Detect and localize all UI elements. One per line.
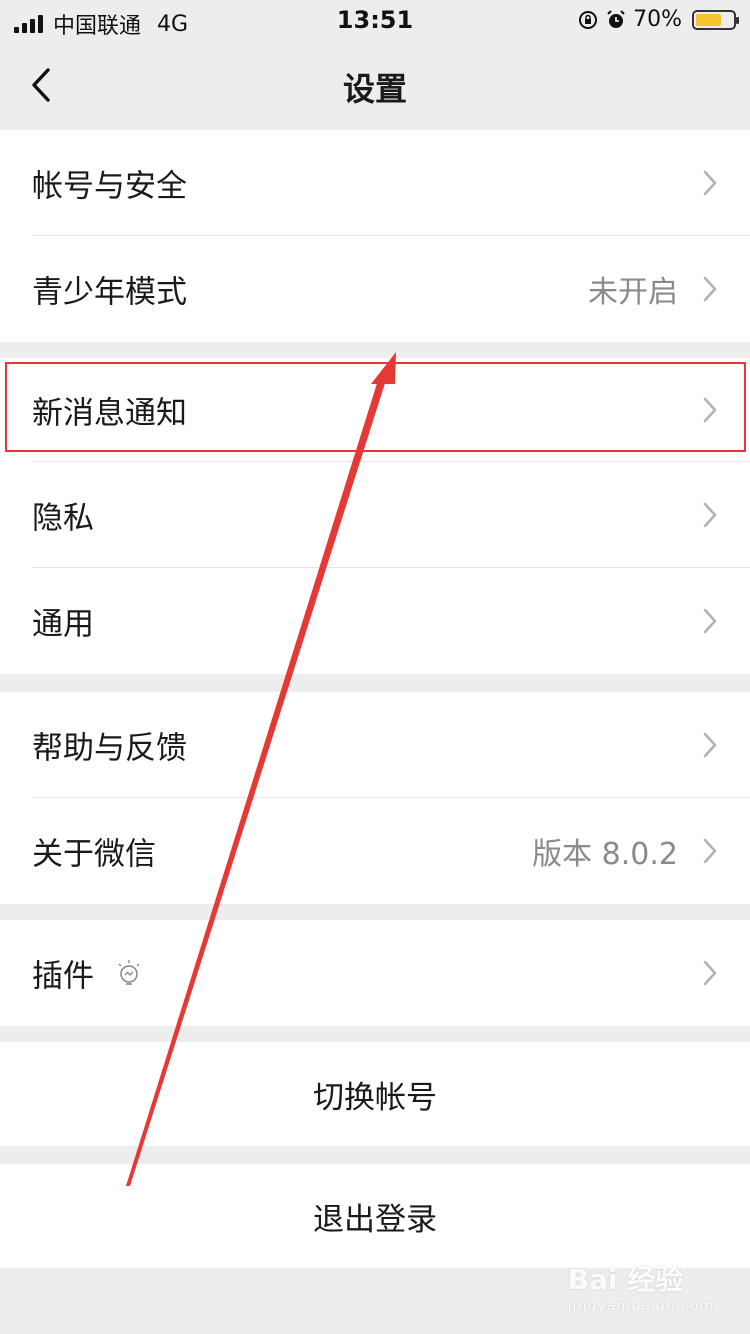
baidu-watermark: Bai 经验 jingyan.baidu.com (568, 1258, 714, 1314)
annotation-arrow (126, 352, 396, 1186)
arrow-shaft (126, 380, 386, 1186)
arrow-head (371, 352, 396, 384)
watermark-main: Bai 经验 (567, 1263, 684, 1296)
watermark-sub: jingyan.baidu.com (567, 1298, 714, 1314)
